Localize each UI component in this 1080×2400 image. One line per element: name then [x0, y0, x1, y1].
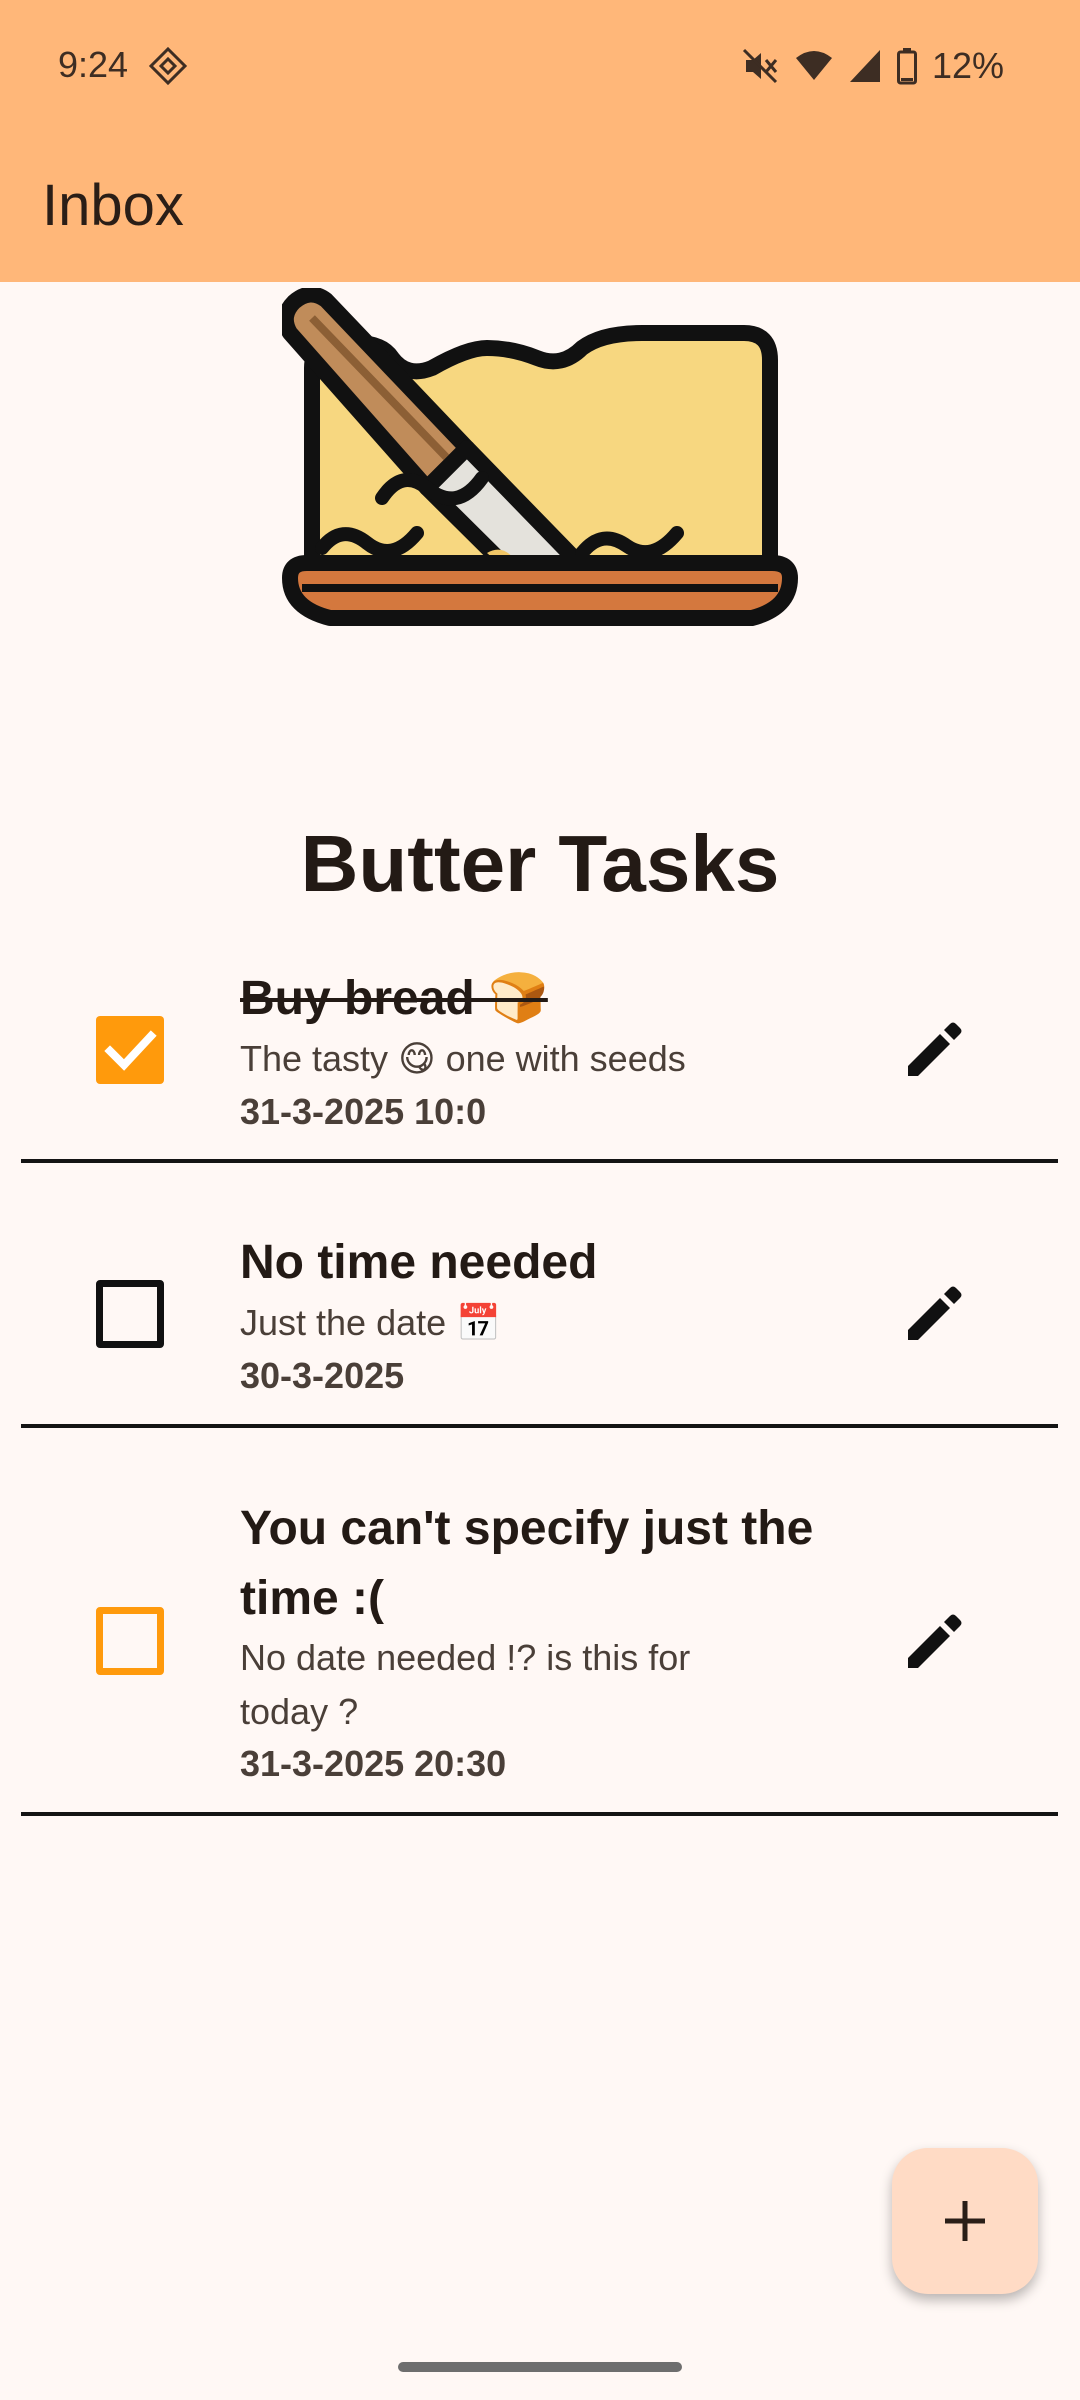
status-right-group: 12% [740, 44, 1004, 88]
mute-icon [742, 48, 778, 84]
battery-percent: 12% [931, 45, 1004, 86]
plus-icon [945, 2201, 985, 2241]
wifi-icon [795, 51, 832, 80]
task-item[interactable]: Buy bread 🍞 The tasty 😋 one with seeds 3… [0, 944, 1080, 1164]
task-title: You can't specify just the time :( [240, 1502, 814, 1625]
task-divider [21, 1424, 1058, 1428]
task-date: 31-3-2025 10:0 [240, 1091, 487, 1132]
edit-pencil-icon[interactable] [898, 1606, 970, 1678]
task-date: 30-3-2025 [240, 1355, 405, 1396]
task-item[interactable]: You can't specify just the time :( No da… [0, 1476, 1080, 1826]
task-checkbox-unchecked[interactable] [96, 1280, 164, 1348]
status-time: 9:24 [58, 44, 129, 85]
page-title: Inbox [42, 173, 184, 238]
check-icon [104, 1030, 157, 1071]
task-date: 31-3-2025 20:30 [240, 1743, 507, 1784]
butter-knife-logo [282, 288, 798, 626]
add-task-button[interactable] [892, 2148, 1038, 2294]
edit-pencil-icon[interactable] [898, 1278, 970, 1350]
status-bar: 9:24 12% [0, 0, 1080, 134]
task-description: Just the date 📅 [240, 1302, 501, 1343]
signal-icon [849, 50, 880, 82]
task-item[interactable]: No time needed Just the date 📅 30-3-2025 [0, 1208, 1080, 1432]
battery-icon [896, 48, 917, 85]
assistant-diamond-icon [148, 46, 188, 86]
gesture-nav-handle[interactable] [398, 2362, 682, 2372]
task-checkbox-unchecked[interactable] [96, 1607, 164, 1675]
app-name-heading: Butter Tasks [300, 819, 780, 908]
task-title: No time needed [240, 1236, 598, 1289]
task-divider [21, 1812, 1058, 1816]
task-checkbox-checked[interactable] [96, 1016, 164, 1084]
task-description: The tasty 😋 one with seeds [240, 1038, 686, 1079]
task-divider [21, 1159, 1058, 1163]
edit-pencil-icon[interactable] [898, 1014, 970, 1086]
task-description: No date needed !? is this for today ? [240, 1637, 691, 1732]
task-title: Buy bread 🍞 [240, 972, 548, 1025]
top-app-bar: 9:24 12% Inbox [0, 0, 1080, 282]
